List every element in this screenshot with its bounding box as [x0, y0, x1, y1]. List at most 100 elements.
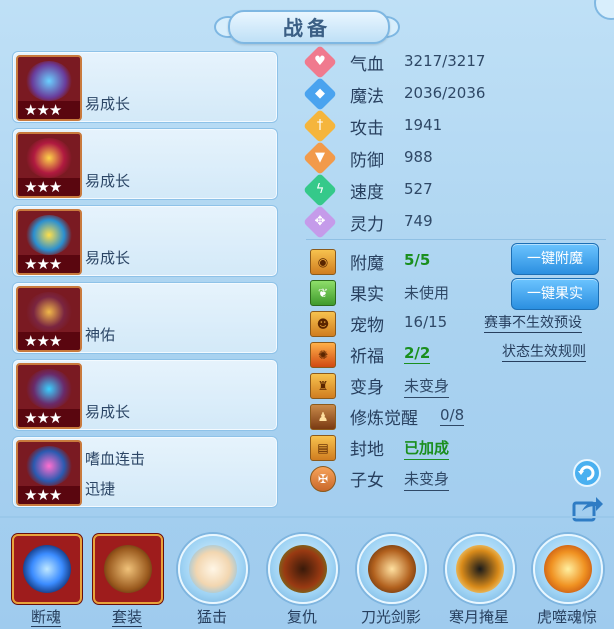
skill-icon [189, 545, 237, 593]
skill-icon [104, 545, 152, 593]
equipment-slot-4[interactable]: ★★★ 神佑 [12, 282, 278, 354]
equipment-slot-2[interactable]: ★★★ 易成长 [12, 128, 278, 200]
attr-value: 未使用 [404, 284, 450, 302]
stat-name: 灵力 [350, 215, 384, 235]
attr-name: 祈福 [350, 347, 384, 367]
share-icon[interactable] [572, 494, 603, 524]
attr-name: 宠物 [350, 316, 384, 336]
star-rating: ★★★ [18, 332, 80, 350]
heart-icon: ♥ [303, 45, 337, 79]
equipment-label: 神佑 [85, 326, 116, 344]
equipment-icon: ★★★ [16, 132, 82, 198]
equipment-icon: ★★★ [16, 363, 82, 429]
skill-daoguang-jianying[interactable]: 刀光剑影 [356, 532, 427, 627]
skill-icon [368, 545, 416, 593]
attr-value[interactable]: 未变身 [404, 468, 450, 491]
equipment-label: 易成长 [85, 95, 131, 113]
star-rating: ★★★ [18, 409, 80, 427]
cultivation-icon: ♟ [310, 404, 336, 430]
stat-row-mp: ◆ 魔法 2036/2036 [303, 77, 606, 111]
skill-frame [533, 534, 603, 604]
skill-name: 套装 [111, 608, 142, 627]
skill-name: 寒月掩星 [448, 608, 509, 626]
attr-name: 果实 [350, 285, 384, 305]
skill-icon [456, 545, 504, 593]
skill-frame [445, 534, 515, 604]
equipment-slot-1[interactable]: ★★★ 易成长 [12, 51, 278, 123]
stat-value: 1941 [404, 116, 443, 134]
pet-icon: ☻ [310, 311, 336, 337]
stat-name: 魔法 [350, 87, 384, 107]
status-rules-link[interactable]: 状态生效规则 [502, 343, 586, 362]
mana-icon: ◆ [303, 77, 337, 111]
skill-hanyue-yanxing[interactable]: 寒月掩星 [444, 532, 515, 627]
page-title: 战备 [283, 16, 331, 40]
equipment-label: 易成长 [85, 249, 131, 267]
skill-name: 复仇 [286, 608, 317, 626]
attr-name: 修炼觉醒 [350, 409, 418, 429]
enchant-all-button[interactable]: 一键附魔 [511, 243, 599, 275]
stat-row-attack: † 攻击 1941 [303, 109, 606, 143]
star-rating: ★★★ [18, 486, 80, 504]
attr-name: 子女 [350, 471, 384, 491]
stat-value: 3217/3217 [404, 52, 486, 70]
skill-frame [268, 534, 338, 604]
equipment-label-secondary: 迅捷 [85, 480, 116, 498]
skill-name: 虎噬魂惊 [536, 608, 597, 626]
title-bar: 战备 [214, 4, 400, 44]
event-preset-link[interactable]: 赛事不生效预设 [484, 314, 582, 333]
equipment-icon: ★★★ [16, 209, 82, 275]
stats-divider [306, 239, 606, 240]
defense-icon: ▼ [303, 141, 337, 175]
skill-name: 猛击 [196, 608, 227, 626]
attr-row-fief: ▤ 封地 已加成 [306, 434, 606, 462]
fief-icon: ▤ [310, 435, 336, 461]
enchant-icon: ◉ [310, 249, 336, 275]
equipment-icon: ★★★ [16, 286, 82, 352]
equipment-slot-3[interactable]: ★★★ 易成长 [12, 205, 278, 277]
attr-name: 封地 [350, 440, 384, 460]
speed-icon: ϟ [303, 173, 337, 207]
skill-duanhun[interactable]: 断魂 [11, 532, 82, 627]
skill-frame [178, 534, 248, 604]
attr-value[interactable]: 未变身 [404, 375, 450, 398]
stat-name: 气血 [350, 55, 384, 75]
stat-row-speed: ϟ 速度 527 [303, 173, 606, 207]
equipment-icon: ★★★ [16, 55, 82, 121]
equipment-label: 易成长 [85, 172, 131, 190]
children-icon: ✠ [310, 466, 336, 492]
attr-value[interactable]: 0/8 [440, 406, 465, 426]
stat-value: 988 [404, 148, 433, 166]
skill-icon [279, 545, 327, 593]
skill-name: 断魂 [30, 608, 61, 627]
close-button[interactable] [594, 0, 614, 20]
skill-hushi-hunjing[interactable]: 虎噬魂惊 [532, 532, 603, 627]
stat-row-defense: ▼ 防御 988 [303, 141, 606, 175]
equipment-label: 易成长 [85, 403, 131, 421]
stat-row-hp: ♥ 气血 3217/3217 [303, 45, 606, 79]
skill-taozhuang[interactable]: 套装 [92, 532, 163, 627]
stat-name: 防御 [350, 151, 384, 171]
skill-fuchou[interactable]: 复仇 [267, 532, 338, 627]
fruit-all-button[interactable]: 一键果实 [511, 278, 599, 310]
transform-icon: ♜ [310, 373, 336, 399]
attr-value: 16/15 [404, 313, 448, 331]
skill-frame [12, 534, 82, 604]
battle-prep-panel: 战备 ★★★ 易成长 ★★★ 易成长 ★★★ 易成长 ★★★ 神佑 ★★★ 易成… [0, 0, 614, 629]
attr-row-cultivation: ♟ 修炼觉醒 0/8 [306, 403, 606, 431]
stat-value: 749 [404, 212, 433, 230]
skill-icon [23, 545, 71, 593]
star-rating: ★★★ [18, 101, 80, 119]
refresh-icon[interactable] [572, 458, 602, 488]
equipment-slot-6[interactable]: ★★★ 嗜血连击 迅捷 [12, 436, 278, 508]
stat-name: 速度 [350, 183, 384, 203]
attack-icon: † [303, 109, 337, 143]
skill-icon [544, 545, 592, 593]
stat-value: 527 [404, 180, 433, 198]
equipment-label: 嗜血连击 [85, 450, 146, 468]
skill-mengji[interactable]: 猛击 [177, 532, 248, 627]
attr-value[interactable]: 2/2 [404, 344, 431, 364]
stat-row-spirit: ✥ 灵力 749 [303, 205, 606, 239]
attr-value[interactable]: 已加成 [404, 437, 450, 460]
equipment-slot-5[interactable]: ★★★ 易成长 [12, 359, 278, 431]
